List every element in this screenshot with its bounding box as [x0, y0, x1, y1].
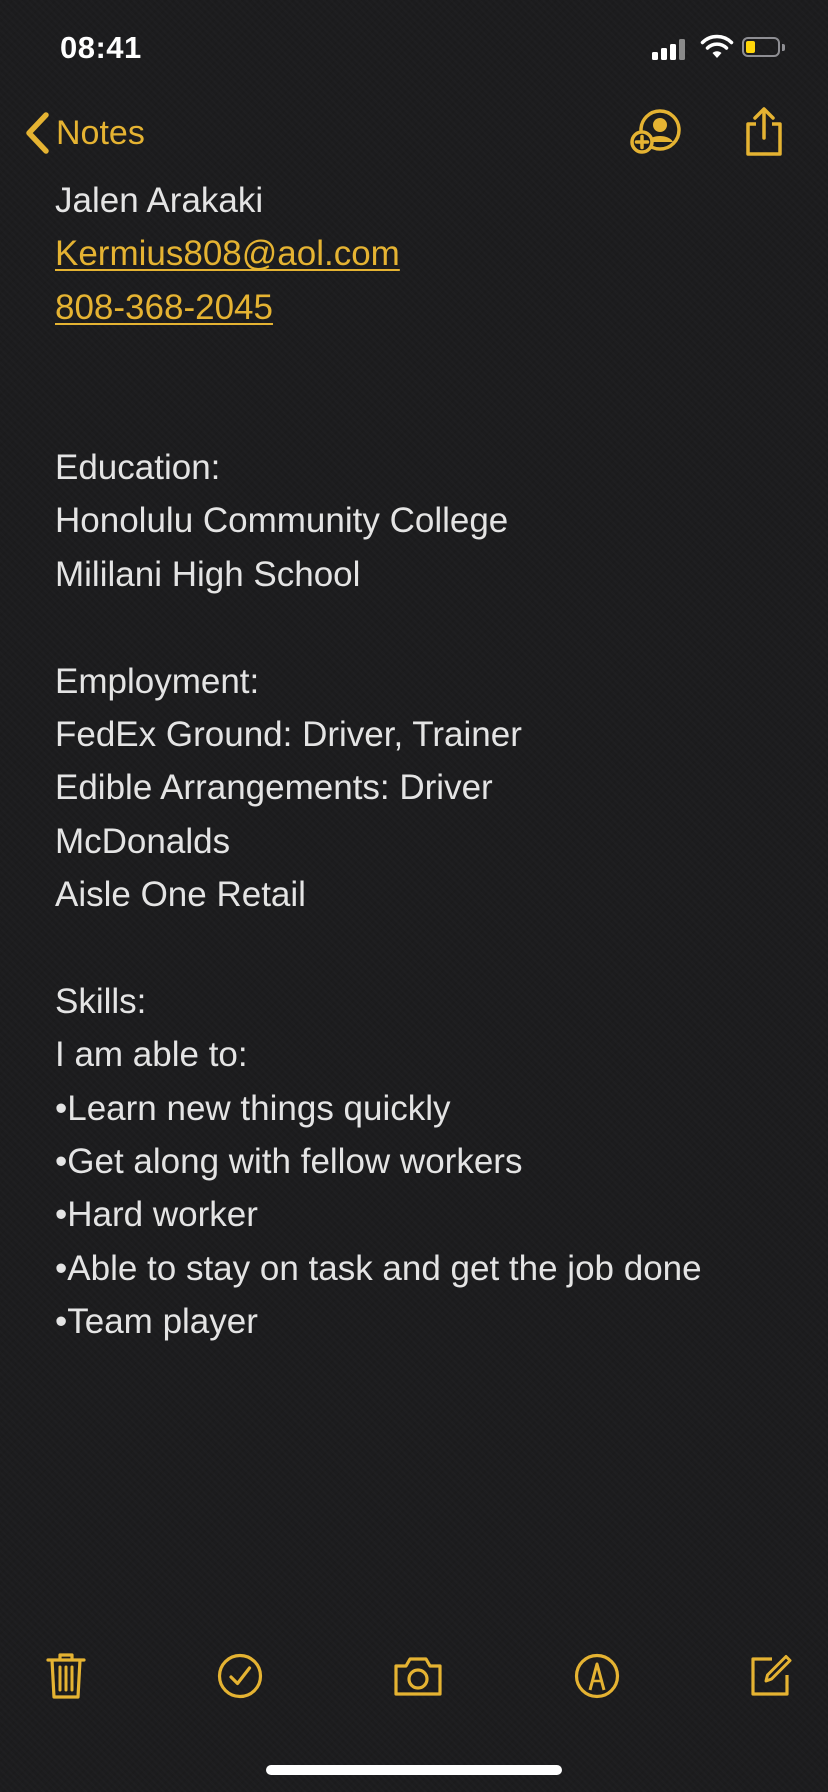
back-button-label: Notes: [56, 113, 145, 152]
markup-button[interactable]: [567, 1648, 627, 1708]
employment-item: McDonalds: [55, 821, 231, 861]
status-bar: 08:41: [0, 0, 828, 96]
employment-item: FedEx Ground: Driver, Trainer: [55, 714, 522, 754]
markup-icon: [573, 1652, 621, 1705]
checklist-button[interactable]: [210, 1648, 270, 1708]
bottom-toolbar: [0, 1648, 828, 1712]
checklist-icon: [216, 1652, 264, 1705]
home-indicator[interactable]: [266, 1765, 562, 1775]
employment-item: Edible Arrangements: Driver: [55, 768, 493, 808]
education-heading: Education:: [55, 447, 221, 487]
employment-heading: Employment:: [55, 661, 260, 701]
share-button[interactable]: [734, 104, 794, 164]
employment-item: Aisle One Retail: [55, 875, 306, 915]
skills-intro: I am able to:: [55, 1035, 248, 1075]
camera-icon: [391, 1654, 445, 1703]
cellular-signal-icon: [652, 38, 688, 60]
back-to-notes-button[interactable]: Notes: [22, 108, 145, 158]
skill-item: •Hard worker: [55, 1195, 258, 1235]
note-body[interactable]: Jalen Arakaki Kermius808@aol.com 808-368…: [55, 174, 805, 1349]
add-person-icon: [630, 108, 686, 161]
skill-item: •Get along with fellow workers: [55, 1142, 523, 1182]
camera-button[interactable]: [388, 1648, 448, 1708]
education-item: Mililani High School: [55, 554, 361, 594]
trash-icon: [44, 1651, 88, 1706]
skills-heading: Skills:: [55, 981, 147, 1021]
chevron-left-icon: [22, 111, 52, 155]
skill-item: •Learn new things quickly: [55, 1088, 451, 1128]
compose-icon: [746, 1652, 794, 1705]
share-icon: [742, 106, 786, 163]
status-time: 08:41: [60, 30, 142, 65]
battery-icon: [742, 37, 786, 59]
wifi-icon: [700, 34, 734, 60]
add-people-button[interactable]: [628, 104, 688, 164]
phone-link[interactable]: 808-368-2045: [55, 288, 273, 327]
new-note-button[interactable]: [740, 1648, 800, 1708]
email-link[interactable]: Kermius808@aol.com: [55, 234, 400, 273]
skill-item: •Able to stay on task and get the job do…: [55, 1248, 702, 1288]
delete-button[interactable]: [36, 1648, 96, 1708]
skill-item: •Team player: [55, 1302, 258, 1342]
education-item: Honolulu Community College: [55, 501, 509, 541]
contact-name: Jalen Arakaki: [55, 181, 264, 220]
